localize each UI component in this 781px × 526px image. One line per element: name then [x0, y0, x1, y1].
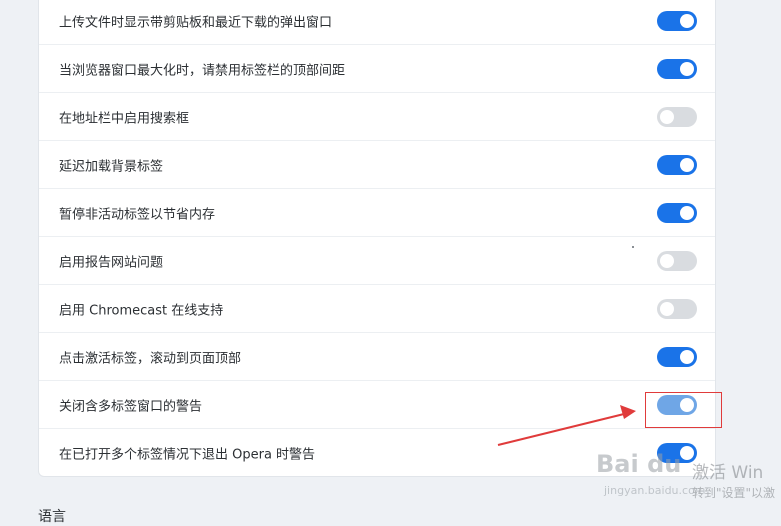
lazy-load-toggle[interactable] — [657, 155, 697, 175]
suspend-tabs-toggle[interactable] — [657, 203, 697, 223]
toggle-knob — [660, 254, 674, 268]
setting-row-chromecast: 启用 Chromecast 在线支持 — [39, 285, 715, 333]
setting-row-exit-warning: 在已打开多个标签情况下退出 Opera 时警告 — [39, 429, 715, 477]
tabbar-spacing-toggle[interactable] — [657, 59, 697, 79]
toggle-knob — [660, 110, 674, 124]
chromecast-toggle[interactable] — [657, 299, 697, 319]
toggle-knob — [660, 302, 674, 316]
setting-label: 延迟加载背景标签 — [59, 159, 164, 175]
toggle-knob — [680, 158, 694, 172]
scroll-top-toggle[interactable] — [657, 347, 697, 367]
setting-label: 启用报告网站问题 — [59, 255, 164, 271]
setting-row-upload-popup: 上传文件时显示带剪贴板和最近下载的弹出窗口 — [39, 0, 715, 45]
report-issue-toggle[interactable] — [657, 251, 697, 271]
watermark-url: jingyan.baidu.com — [604, 484, 706, 497]
setting-label: 在已打开多个标签情况下退出 Opera 时警告 — [59, 447, 316, 463]
setting-row-report-issue: 启用报告网站问题 — [39, 237, 715, 285]
toggle-knob — [680, 446, 694, 460]
toggle-knob — [680, 14, 694, 28]
setting-label: 上传文件时显示带剪贴板和最近下载的弹出窗口 — [59, 15, 333, 31]
toggle-knob — [680, 350, 694, 364]
setting-row-tabbar-spacing: 当浏览器窗口最大化时，请禁用标签栏的顶部间距 — [39, 45, 715, 93]
setting-label: 在地址栏中启用搜索框 — [59, 111, 190, 127]
toggle-knob — [680, 206, 694, 220]
setting-row-lazy-load: 延迟加载背景标签 — [39, 141, 715, 189]
exit-warning-toggle[interactable] — [657, 443, 697, 463]
advanced-settings-card: 上传文件时显示带剪贴板和最近下载的弹出窗口 当浏览器窗口最大化时，请禁用标签栏的… — [38, 0, 716, 477]
annotation-highlight-box — [645, 392, 722, 428]
setting-label: 关闭含多标签窗口的警告 — [59, 399, 203, 415]
upload-popup-toggle[interactable] — [657, 11, 697, 31]
language-section-title: 语言 — [38, 509, 66, 525]
setting-row-address-search: 在地址栏中启用搜索框 — [39, 93, 715, 141]
setting-row-close-warning: 关闭含多标签窗口的警告 — [39, 381, 715, 429]
activate-windows-line2: 转到"设置"以激 — [692, 486, 776, 500]
address-search-toggle[interactable] — [657, 107, 697, 127]
setting-row-scroll-top: 点击激活标签，滚动到页面顶部 — [39, 333, 715, 381]
setting-label: 当浏览器窗口最大化时，请禁用标签栏的顶部间距 — [59, 63, 346, 79]
setting-label: 点击激活标签，滚动到页面顶部 — [59, 351, 242, 367]
setting-row-suspend-tabs: 暂停非活动标签以节省内存 — [39, 189, 715, 237]
toggle-knob — [680, 62, 694, 76]
setting-label: 暂停非活动标签以节省内存 — [59, 207, 216, 223]
stray-dot — [632, 246, 634, 248]
setting-label: 启用 Chromecast 在线支持 — [59, 303, 224, 319]
